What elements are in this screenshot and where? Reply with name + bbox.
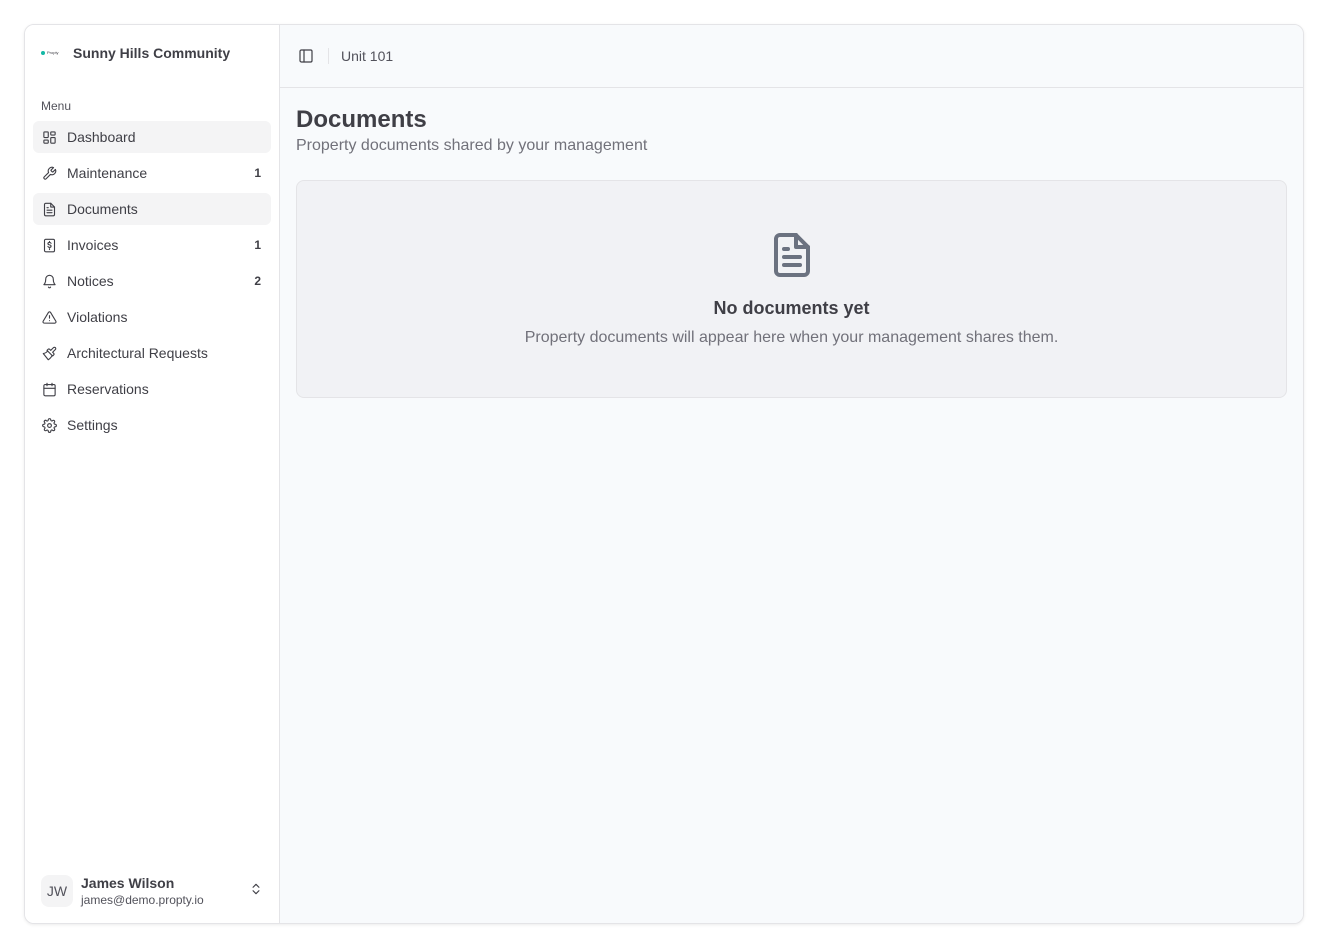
count-badge: 1 <box>254 238 261 252</box>
main-panel: Unit 101 Documents Property documents sh… <box>280 25 1303 923</box>
topbar: Unit 101 <box>280 25 1303 88</box>
brand-logo: Propty <box>41 48 65 58</box>
count-badge: 2 <box>254 274 261 288</box>
count-badge: 1 <box>254 166 261 180</box>
gear-icon <box>41 417 57 433</box>
bell-icon <box>41 273 57 289</box>
sidebar-item-violations[interactable]: Violations <box>33 301 271 333</box>
user-info: James Wilson james@demo.propty.io <box>81 874 241 908</box>
breadcrumb: Unit 101 <box>341 48 394 64</box>
sidebar-item-documents[interactable]: Documents <box>33 193 271 225</box>
sidebar-nav: Dashboard Maintenance 1 Documents Invoic… <box>25 121 279 441</box>
sidebar-item-label: Settings <box>67 417 118 433</box>
empty-state: No documents yet Property documents will… <box>296 180 1287 398</box>
sidebar-item-label: Notices <box>67 273 114 289</box>
dashboard-icon <box>41 129 57 145</box>
empty-state-title: No documents yet <box>713 298 870 318</box>
sidebar-item-dashboard[interactable]: Dashboard <box>33 121 271 153</box>
avatar: JW <box>41 875 73 907</box>
sidebar-item-label: Documents <box>67 201 138 217</box>
sidebar-item-invoices[interactable]: Invoices 1 <box>33 229 271 261</box>
user-email: james@demo.propty.io <box>81 893 204 907</box>
sidebar-item-label: Maintenance <box>67 165 148 181</box>
sidebar-item-maintenance[interactable]: Maintenance 1 <box>33 157 271 189</box>
page-content: Documents Property documents shared by y… <box>280 88 1303 414</box>
sidebar-item-architectural-requests[interactable]: Architectural Requests <box>33 337 271 369</box>
sidebar: Propty Sunny Hills Community Menu Dashbo… <box>25 25 280 923</box>
file-text-icon <box>770 231 814 284</box>
page-subtitle: Property documents shared by your manage… <box>296 137 648 154</box>
sidebar-item-reservations[interactable]: Reservations <box>33 373 271 405</box>
sidebar-toggle-icon[interactable] <box>296 46 316 66</box>
sidebar-item-label: Architectural Requests <box>67 345 208 361</box>
brand-name: Sunny Hills Community <box>73 45 231 61</box>
paintbrush-icon <box>41 345 57 361</box>
topbar-divider <box>328 48 329 64</box>
receipt-icon <box>41 237 57 253</box>
file-text-icon <box>41 201 57 217</box>
user-menu[interactable]: JW James Wilson james@demo.propty.io <box>25 859 279 923</box>
sidebar-item-label: Invoices <box>67 237 119 253</box>
logo-dot <box>41 51 45 55</box>
chevrons-up-down-icon[interactable] <box>249 882 263 901</box>
wrench-icon <box>41 165 57 181</box>
sidebar-item-label: Violations <box>67 309 128 325</box>
app-window: Propty Sunny Hills Community Menu Dashbo… <box>24 24 1304 924</box>
sidebar-item-notices[interactable]: Notices 2 <box>33 265 271 297</box>
empty-state-text: Property documents will appear here when… <box>524 329 1059 346</box>
menu-label: Menu <box>41 99 72 113</box>
calendar-icon <box>41 381 57 397</box>
brand[interactable]: Propty Sunny Hills Community <box>25 25 279 81</box>
user-name: James Wilson <box>81 875 175 891</box>
sidebar-item-label: Reservations <box>67 381 149 397</box>
page-title: Documents <box>296 106 427 133</box>
sidebar-item-label: Dashboard <box>67 129 136 145</box>
alert-triangle-icon <box>41 309 57 325</box>
logo-wordmark: Propty <box>47 50 59 55</box>
sidebar-item-settings[interactable]: Settings <box>33 409 271 441</box>
